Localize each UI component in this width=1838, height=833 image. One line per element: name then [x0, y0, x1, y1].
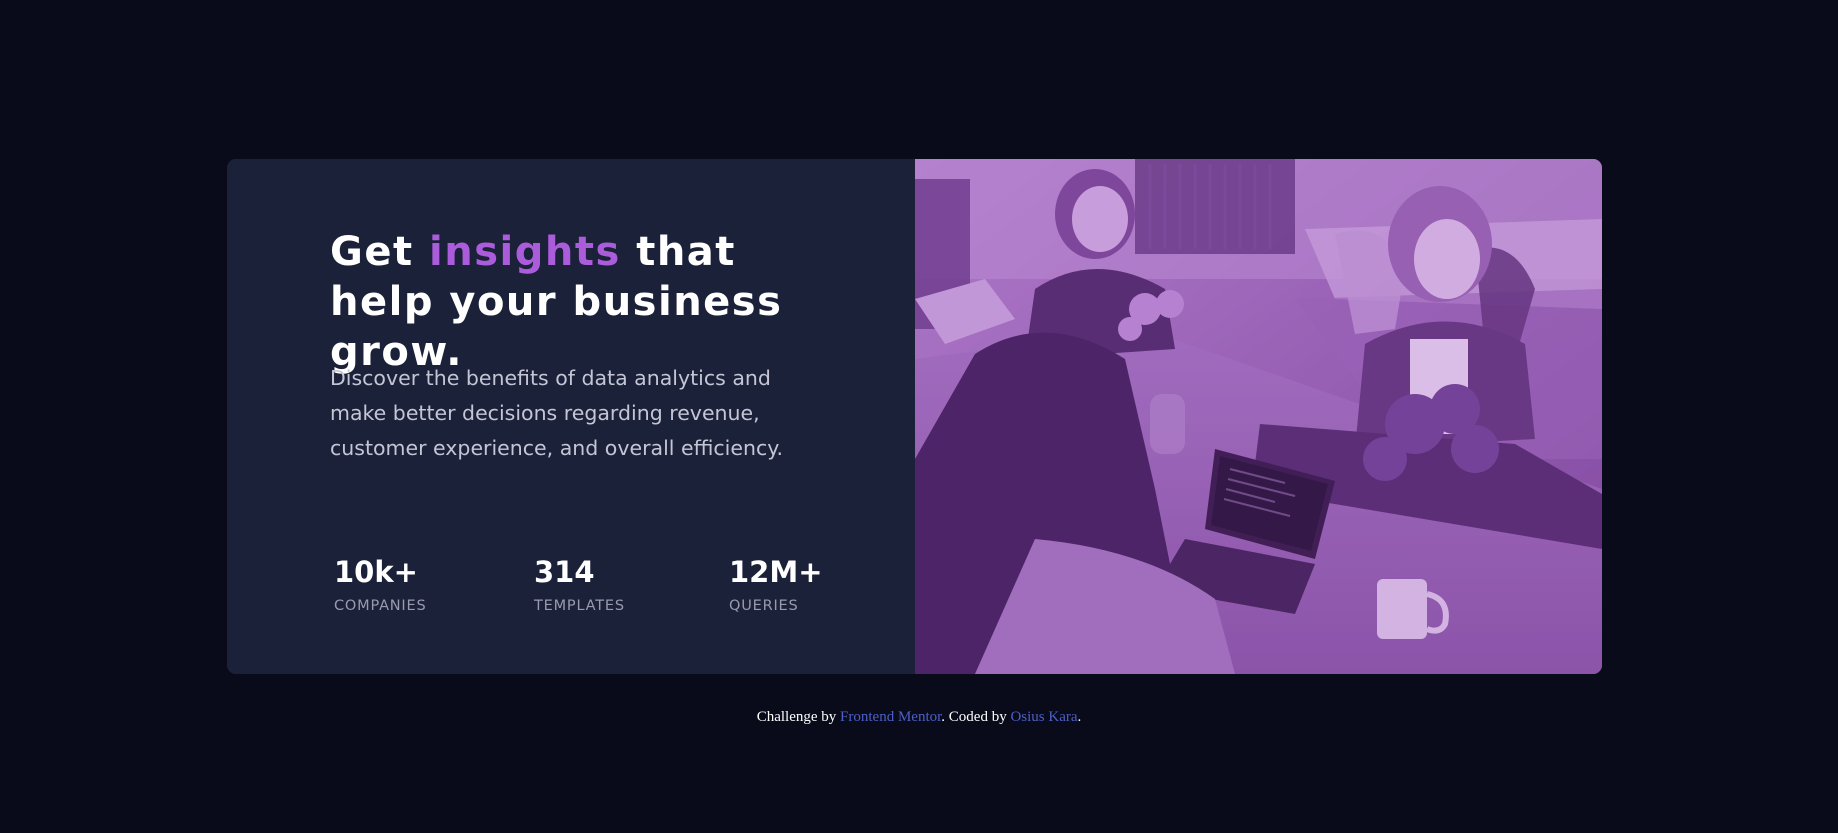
office-team-photo: [915, 159, 1602, 674]
attribution-suffix: .: [1077, 709, 1082, 725]
headline-part1: Get: [330, 229, 430, 275]
headline: Get insights that help your business gro…: [330, 227, 850, 377]
frontend-mentor-link[interactable]: Frontend Mentor: [840, 709, 941, 725]
stat-label: QUERIES: [729, 598, 799, 614]
stat-templates: 314 TEMPLATES: [534, 555, 625, 615]
stat-value: 10k+: [334, 555, 418, 589]
stat-companies: 10k+ COMPANIES: [334, 555, 426, 615]
attribution-prefix: Challenge by: [756, 709, 841, 725]
author-link[interactable]: Osius Kara: [1010, 709, 1077, 725]
stats-preview-card: Get insights that help your business gro…: [227, 159, 1602, 674]
office-photo-illustration: [915, 159, 1602, 674]
card-content: Get insights that help your business gro…: [227, 159, 915, 674]
stat-queries: 12M+ QUERIES: [729, 555, 823, 615]
stat-label: COMPANIES: [334, 598, 427, 614]
description: Discover the benefits of data analytics …: [330, 366, 783, 460]
attribution: Challenge by Frontend Mentor. Coded by O…: [0, 706, 1838, 728]
stat-value: 314: [534, 555, 595, 589]
stat-value: 12M+: [729, 555, 823, 589]
stat-label: TEMPLATES: [534, 598, 625, 614]
attribution-middle: . Coded by: [941, 709, 1011, 725]
headline-highlight: insights: [429, 229, 621, 275]
